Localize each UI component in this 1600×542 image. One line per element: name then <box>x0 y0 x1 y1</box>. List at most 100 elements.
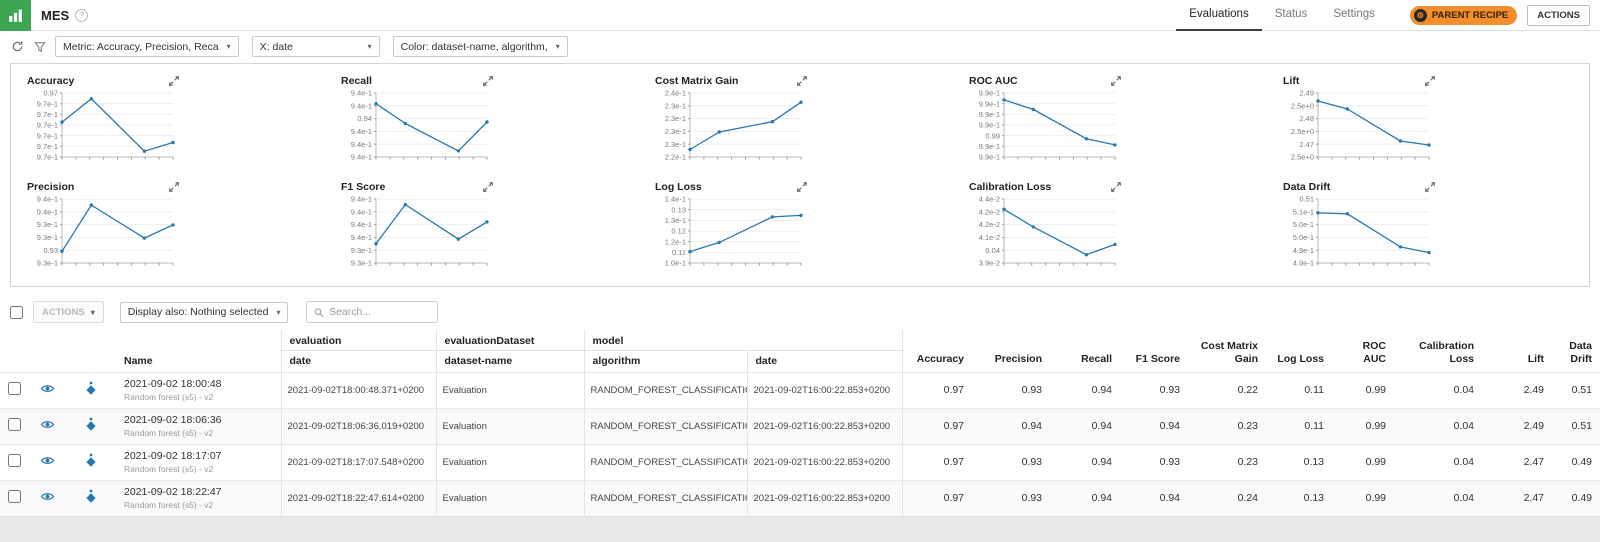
table-row: 2021-09-02 18:22:47 Random forest (s5) -… <box>0 479 1600 516</box>
svg-text:1.4e-1: 1.4e-1 <box>665 195 686 204</box>
info-icon[interactable]: ? <box>75 8 89 22</box>
svg-text:9.9e-1: 9.9e-1 <box>979 99 1000 108</box>
select-all-checkbox[interactable] <box>10 305 23 319</box>
col-lift[interactable]: Lift <box>1482 330 1552 372</box>
col-precision[interactable]: Precision <box>972 330 1050 372</box>
x-axis-select[interactable]: X: date ▾ <box>251 36 380 57</box>
expand-chart-icon[interactable] <box>483 76 493 86</box>
row-checkbox[interactable] <box>7 418 21 431</box>
color-select-value: Color: dataset-name, algorithm, <box>400 40 548 53</box>
saved-model-icon[interactable] <box>85 489 97 504</box>
expand-chart-icon[interactable] <box>1111 182 1121 192</box>
col-calibration-loss[interactable]: Calibration Loss <box>1394 330 1482 372</box>
cell-recall: 0.94 <box>1050 407 1121 444</box>
tab-evaluations[interactable]: Evaluations <box>1176 0 1262 31</box>
col-recall[interactable]: Recall <box>1050 330 1120 372</box>
cell-log-loss: 0.13 <box>1266 479 1333 516</box>
cell-f1-score: 0.93 <box>1120 443 1189 480</box>
svg-text:0.94: 0.94 <box>357 114 372 123</box>
svg-text:0.04: 0.04 <box>985 246 1000 255</box>
svg-text:9.3e-1: 9.3e-1 <box>351 246 372 255</box>
cell-log-loss: 0.11 <box>1266 371 1333 408</box>
mini-line-chart: 2.49 2.5e+0 2.48 2.5e+0 2.47 2.5e+0 <box>1291 89 1431 162</box>
cell-accuracy: 0.97 <box>901 443 973 480</box>
display-also-select[interactable]: Display also: Nothing selected ▾ <box>119 301 289 323</box>
filter-funnel-icon[interactable] <box>32 39 48 55</box>
metrics-charts-panel: Accuracy 0.97 9.7e-1 9.7e-1 9.7e-1 9.7e-1 9.7e… <box>10 63 1590 287</box>
expand-chart-icon[interactable] <box>169 182 179 192</box>
svg-text:2.5e+0: 2.5e+0 <box>1291 127 1314 136</box>
cell-recall: 0.94 <box>1050 443 1121 480</box>
svg-text:4.9e-1: 4.9e-1 <box>1293 246 1314 255</box>
svg-text:2.3e-1: 2.3e-1 <box>665 140 686 149</box>
cell-dataset-name: Evaluation <box>435 371 584 408</box>
preview-eye-icon[interactable] <box>40 455 55 466</box>
expand-chart-icon[interactable] <box>1425 182 1435 192</box>
table-actions-label: ACTIONS <box>42 306 85 318</box>
col-model-date[interactable]: date <box>746 350 903 372</box>
mes-logo[interactable] <box>0 0 31 31</box>
mini-line-chart: 0.979.7e-19.7e-19.7e-19.7e-19.7e-19.7e-1 <box>37 89 175 162</box>
chevron-down-icon: ▾ <box>226 42 231 51</box>
col-data-drift[interactable]: Data Drift <box>1552 330 1600 372</box>
metric-select[interactable]: Metric: Accuracy, Precision, Reca ▾ <box>55 36 239 57</box>
row-checkbox[interactable] <box>7 454 21 467</box>
preview-eye-icon[interactable] <box>40 419 55 430</box>
preview-eye-icon[interactable] <box>40 491 55 502</box>
cell-lift: 2.47 <box>1482 479 1553 516</box>
cell-data-drift: 0.49 <box>1552 479 1600 516</box>
expand-chart-icon[interactable] <box>797 182 807 192</box>
cell-recall: 0.94 <box>1050 371 1121 408</box>
col-name[interactable]: Name <box>116 350 281 372</box>
evaluation-name[interactable]: 2021-09-02 18:17:07 <box>124 450 273 462</box>
header-actions-button[interactable]: ACTIONS <box>1527 4 1590 26</box>
expand-chart-icon[interactable] <box>1111 76 1121 86</box>
color-select[interactable]: Color: dataset-name, algorithm, ▾ <box>392 36 568 57</box>
col-cost-matrix-gain[interactable]: Cost Matrix Gain <box>1188 330 1266 372</box>
svg-text:5.1e-1: 5.1e-1 <box>1293 207 1314 216</box>
col-dataset-name[interactable]: dataset-name <box>435 350 584 372</box>
col-algorithm[interactable]: algorithm <box>583 350 747 372</box>
table-actions-button[interactable]: ACTIONS ▾ <box>33 301 104 323</box>
chevron-down-icon: ▾ <box>90 307 95 317</box>
saved-model-icon[interactable] <box>85 453 97 468</box>
row-checkbox[interactable] <box>7 382 21 395</box>
x-axis-select-value: X: date <box>259 40 293 53</box>
expand-chart-icon[interactable] <box>797 76 807 86</box>
col-log-loss[interactable]: Log Loss <box>1266 330 1332 372</box>
refresh-icon[interactable] <box>9 39 25 55</box>
svg-text:9.9e-1: 9.9e-1 <box>979 121 1000 130</box>
cell-cost-matrix-gain: 0.23 <box>1188 407 1267 444</box>
saved-model-icon[interactable] <box>85 417 97 432</box>
expand-chart-icon[interactable] <box>1425 76 1435 86</box>
recipe-icon: ⚙ <box>1413 8 1427 22</box>
col-roc-auc[interactable]: ROC AUC <box>1332 330 1394 372</box>
cell-algorithm: RANDOM_FOREST_CLASSIFICATION <box>583 479 747 516</box>
chart-title: Log Loss <box>655 181 702 193</box>
tab-settings[interactable]: Settings <box>1320 0 1388 31</box>
cell-calibration-loss: 0.04 <box>1394 371 1483 408</box>
search-input[interactable] <box>329 306 431 318</box>
row-checkbox[interactable] <box>7 490 21 503</box>
cell-precision: 0.94 <box>972 407 1051 444</box>
cell-calibration-loss: 0.04 <box>1394 407 1483 444</box>
evaluation-name[interactable]: 2021-09-02 18:22:47 <box>124 486 273 498</box>
svg-text:2.3e-1: 2.3e-1 <box>665 127 686 136</box>
expand-chart-icon[interactable] <box>169 76 179 86</box>
col-f1-score[interactable]: F1 Score <box>1120 330 1188 372</box>
evaluation-name[interactable]: 2021-09-02 18:06:36 <box>124 414 273 426</box>
expand-chart-icon[interactable] <box>483 182 493 192</box>
preview-eye-icon[interactable] <box>40 383 55 394</box>
cell-cost-matrix-gain: 0.24 <box>1188 479 1267 516</box>
chart-log-loss: Log Loss 1.4e-1 0.13 1.3e-1 0.12 1.2e-1 0.11 1.… <box>643 178 957 274</box>
search-icon <box>315 307 324 317</box>
cell-f1-score: 0.94 <box>1120 407 1189 444</box>
group-model: model <box>583 330 903 351</box>
tab-status[interactable]: Status <box>1262 0 1321 31</box>
col-accuracy[interactable]: Accuracy <box>901 330 973 372</box>
saved-model-icon[interactable] <box>85 381 97 396</box>
col-evaluation-date[interactable]: date <box>280 350 436 372</box>
parent-recipe-button[interactable]: ⚙ PARENT RECIPE <box>1409 5 1518 25</box>
chevron-down-icon: ▾ <box>555 42 560 51</box>
evaluation-name[interactable]: 2021-09-02 18:00:48 <box>124 378 273 390</box>
